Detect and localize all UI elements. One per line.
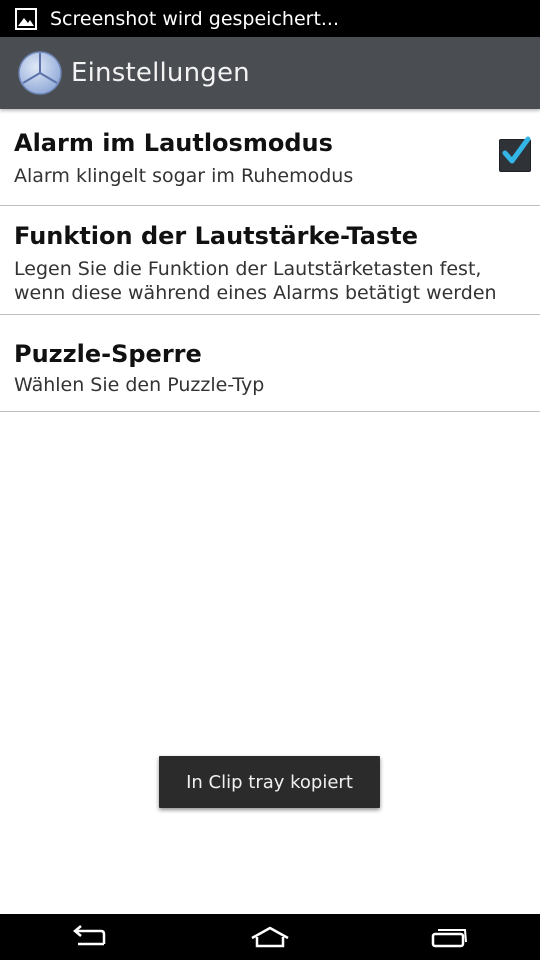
pref-volume-key-function[interactable]: Funktion der Lautstärke-Taste Legen Sie … (0, 206, 540, 315)
toast-message: In Clip tray kopiert (159, 756, 380, 808)
home-button[interactable] (240, 919, 300, 955)
pref-puzzle-lock[interactable]: Puzzle-Sperre Wählen Sie den Puzzle-Typ (0, 315, 540, 412)
action-bar: Einstellungen (0, 37, 540, 109)
recent-apps-button[interactable] (420, 919, 480, 955)
page-title: Einstellungen (71, 58, 250, 88)
recent-apps-icon (431, 929, 467, 948)
back-icon (73, 925, 106, 946)
silent-mode-checkbox[interactable] (499, 136, 531, 172)
image-icon (14, 7, 38, 30)
pref-title: Alarm im Lautlosmodus (14, 129, 333, 157)
back-button[interactable] (60, 919, 120, 955)
pref-summary: Wählen Sie den Puzzle-Typ (14, 374, 265, 396)
checkmark-icon (502, 136, 531, 164)
status-notification-text: Screenshot wird gespeichert... (50, 7, 340, 30)
pref-silent-mode-alarm[interactable]: Alarm im Lautlosmodus Alarm klingelt sog… (0, 109, 540, 206)
pref-title: Puzzle-Sperre (14, 340, 202, 368)
preference-list: Alarm im Lautlosmodus Alarm klingelt sog… (0, 109, 540, 412)
pref-title: Funktion der Lautstärke-Taste (14, 222, 418, 250)
status-bar: Screenshot wird gespeichert... (0, 0, 540, 37)
navigation-bar (0, 914, 540, 960)
pref-summary: Legen Sie die Funktion der Lautstärketas… (14, 258, 497, 304)
pref-summary: Alarm klingelt sogar im Ruhemodus (14, 165, 354, 187)
home-icon (251, 926, 289, 948)
clock-app-icon[interactable] (17, 50, 63, 96)
